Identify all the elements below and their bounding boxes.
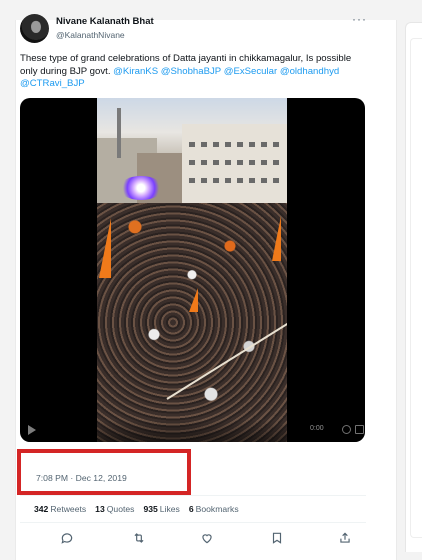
building bbox=[182, 124, 287, 206]
bookmark-icon[interactable] bbox=[270, 531, 288, 549]
play-icon[interactable] bbox=[28, 425, 36, 435]
likes-count: 935 bbox=[143, 504, 158, 514]
like-icon[interactable] bbox=[200, 531, 218, 549]
retweets-label: Retweets bbox=[50, 504, 87, 514]
retweet-icon[interactable] bbox=[132, 531, 150, 549]
mention-link[interactable]: @ExSecular bbox=[224, 66, 277, 77]
video-controls: 0:00 bbox=[20, 420, 365, 442]
likes-label: Likes bbox=[159, 504, 180, 514]
bookmarks-stat[interactable]: 6 Bookmarks bbox=[189, 504, 239, 514]
stage-lights bbox=[119, 176, 163, 200]
divider bbox=[20, 495, 366, 496]
tower bbox=[117, 108, 121, 158]
more-options-icon[interactable]: ··· bbox=[352, 12, 367, 26]
reply-icon[interactable] bbox=[60, 531, 78, 549]
quotes-label: Quotes bbox=[106, 504, 135, 514]
engagement-stats: 342 Retweets 13 Quotes 935 Likes 6 Bookmarks bbox=[34, 504, 239, 514]
mention-link[interactable]: @CTRavi_BJP bbox=[20, 78, 85, 89]
bookmarks-count: 6 bbox=[188, 504, 194, 514]
settings-icon[interactable] bbox=[342, 425, 351, 434]
mention-link[interactable]: @KiranKS bbox=[113, 66, 158, 77]
quotes-stat[interactable]: 13 Quotes bbox=[95, 504, 134, 514]
mention-link[interactable]: @oldhandhyd bbox=[280, 66, 339, 77]
avatar-face bbox=[31, 21, 41, 33]
crowd bbox=[97, 203, 287, 442]
author-name[interactable]: Nivane Kalanath Bhat bbox=[56, 16, 154, 27]
quotes-count: 13 bbox=[95, 504, 105, 514]
building-windows bbox=[189, 160, 279, 165]
retweets-stat[interactable]: 342 Retweets bbox=[34, 504, 86, 514]
video-player[interactable]: 0:00 bbox=[20, 98, 365, 442]
video-frame bbox=[97, 98, 287, 442]
likes-stat[interactable]: 935 Likes bbox=[143, 504, 179, 514]
tweet-timestamp[interactable]: 7:08 PM · Dec 12, 2019 bbox=[36, 473, 127, 483]
saffron-flag bbox=[272, 216, 281, 261]
saffron-flag bbox=[99, 218, 111, 278]
building-windows bbox=[189, 142, 279, 147]
retweets-count: 342 bbox=[34, 504, 49, 514]
bookmarks-label: Bookmarks bbox=[195, 504, 239, 514]
avatar[interactable] bbox=[20, 14, 49, 43]
saffron-flag bbox=[189, 288, 198, 312]
mention-link[interactable]: @ShobhaBJP bbox=[161, 66, 221, 77]
right-sidebar-panel bbox=[410, 38, 422, 538]
author-handle[interactable]: @KalanathNivane bbox=[56, 30, 125, 40]
building-windows bbox=[189, 178, 279, 183]
action-bar bbox=[44, 531, 362, 551]
tweet-text: These type of grand celebrations of Datt… bbox=[20, 53, 370, 91]
fullscreen-icon[interactable] bbox=[355, 425, 364, 434]
divider bbox=[20, 522, 366, 523]
video-time: 0:00 bbox=[310, 425, 324, 432]
share-icon[interactable] bbox=[338, 531, 356, 549]
